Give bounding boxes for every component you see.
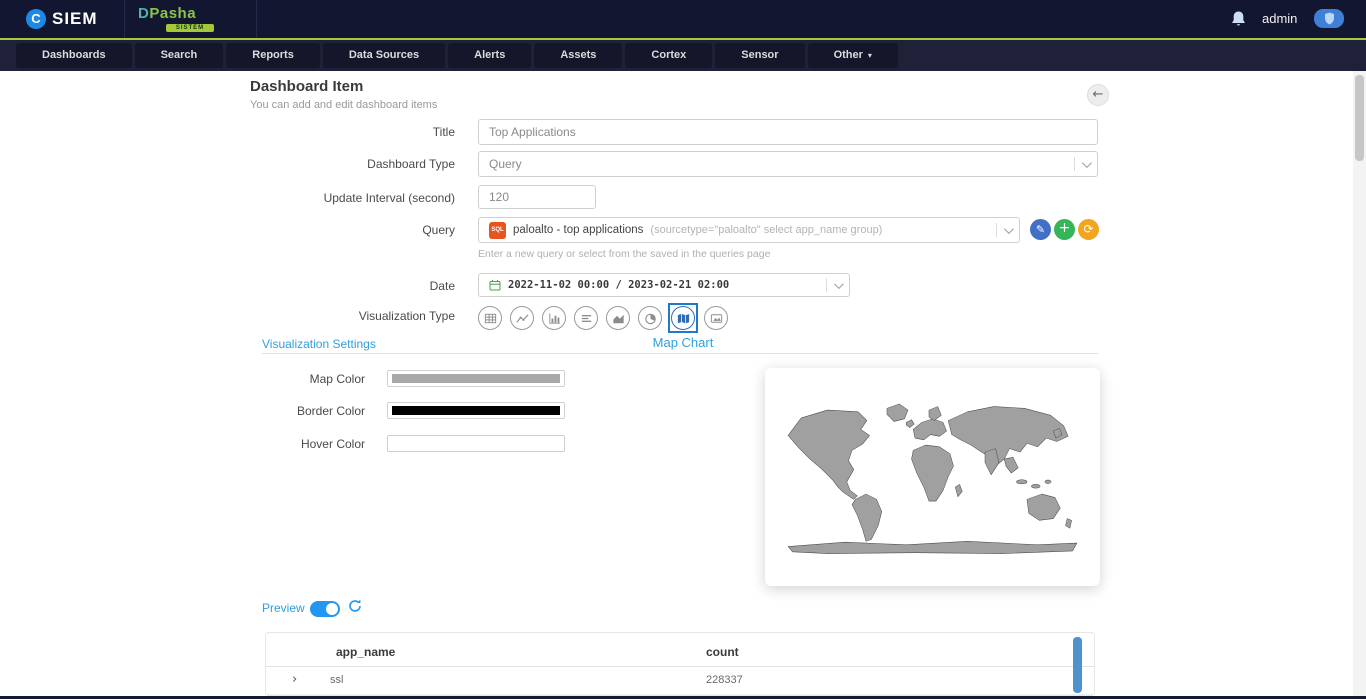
top-bar: C SIEM DPasha SISTEM admin bbox=[0, 0, 1366, 38]
nav-item-cortex[interactable]: Cortex bbox=[625, 43, 712, 68]
user-shield-icon[interactable] bbox=[1314, 9, 1344, 28]
preview-refresh-icon[interactable] bbox=[347, 598, 363, 614]
table-chart-icon[interactable] bbox=[478, 306, 502, 330]
visualization-type-options bbox=[478, 303, 728, 333]
chevron-down-icon bbox=[1082, 158, 1092, 168]
nav-item-dashboards[interactable]: Dashboards bbox=[16, 43, 132, 68]
title-input[interactable] bbox=[478, 119, 1098, 145]
page-scrollbar[interactable] bbox=[1353, 71, 1366, 696]
page-subtitle: You can add and edit dashboard items bbox=[250, 99, 437, 111]
preview-table: app_name count › ssl 228337 bbox=[265, 632, 1095, 696]
visualization-type-label: Visualization Type bbox=[150, 303, 455, 329]
app-window: C SIEM DPasha SISTEM admin Dashboards Se… bbox=[0, 0, 1366, 699]
column-header-app-name: app_name bbox=[336, 645, 395, 659]
chevron-down-icon bbox=[1004, 224, 1014, 234]
add-query-button[interactable]: + bbox=[1054, 219, 1075, 240]
nav-item-sensor[interactable]: Sensor bbox=[715, 43, 804, 68]
cell-app-name: ssl bbox=[330, 674, 343, 686]
sql-icon: SQL bbox=[489, 222, 506, 239]
page-title: Dashboard Item bbox=[250, 78, 363, 95]
edit-query-button[interactable]: ✎ bbox=[1030, 219, 1051, 240]
hover-color-input[interactable] bbox=[387, 435, 565, 452]
query-help-text: Enter a new query or select from the sav… bbox=[478, 248, 770, 260]
border-color-swatch bbox=[392, 406, 560, 415]
title-label: Title bbox=[150, 119, 455, 145]
area-chart-icon[interactable] bbox=[606, 306, 630, 330]
update-interval-input[interactable] bbox=[478, 185, 596, 209]
map-color-input[interactable] bbox=[387, 370, 565, 387]
topbar-divider bbox=[124, 0, 125, 38]
siem-logo-icon[interactable]: C bbox=[26, 9, 46, 29]
nav-item-alerts[interactable]: Alerts bbox=[448, 43, 531, 68]
cell-count: 228337 bbox=[706, 674, 743, 686]
dpasha-brand-logo: DPasha SISTEM bbox=[138, 5, 214, 32]
back-button[interactable]: ← bbox=[1087, 84, 1109, 106]
hover-color-swatch bbox=[392, 439, 560, 448]
visualization-settings-link[interactable]: Visualization Settings bbox=[262, 337, 376, 351]
date-label: Date bbox=[150, 273, 455, 299]
dashboard-type-select[interactable]: Query bbox=[478, 151, 1098, 177]
nav-item-search[interactable]: Search bbox=[135, 43, 224, 68]
hover-color-label: Hover Color bbox=[150, 435, 365, 453]
nav-item-data-sources[interactable]: Data Sources bbox=[323, 43, 445, 68]
list-chart-icon[interactable] bbox=[574, 306, 598, 330]
section-divider bbox=[262, 353, 1098, 354]
query-name: paloalto - top applications bbox=[513, 224, 643, 236]
siem-logo-text[interactable]: SIEM bbox=[52, 0, 98, 38]
date-range-value: 2022-11-02 00:00 / 2023-02-21 02:00 bbox=[508, 279, 729, 291]
table-header-row: app_name count bbox=[266, 633, 1094, 667]
topbar-divider bbox=[256, 0, 257, 38]
world-map bbox=[775, 379, 1090, 575]
chevron-down-icon bbox=[834, 279, 844, 289]
map-preview-card bbox=[765, 368, 1100, 586]
notifications-bell-icon[interactable] bbox=[1230, 10, 1247, 28]
main-nav: Dashboards Search Reports Data Sources A… bbox=[0, 38, 1366, 71]
pie-chart-icon[interactable] bbox=[638, 306, 662, 330]
query-label: Query bbox=[150, 217, 455, 243]
query-detail: (sourcetype="paloalto" select app_name g… bbox=[650, 224, 882, 236]
map-chart-icon[interactable] bbox=[671, 306, 695, 330]
page-content: Dashboard Item You can add and edit dash… bbox=[0, 71, 1366, 696]
nav-item-other[interactable]: Other▾ bbox=[808, 43, 898, 68]
dpasha-d: D bbox=[138, 5, 149, 22]
line-chart-icon[interactable] bbox=[510, 306, 534, 330]
border-color-input[interactable] bbox=[387, 402, 565, 419]
border-color-label: Border Color bbox=[150, 402, 365, 420]
calendar-icon bbox=[489, 279, 501, 291]
date-range-picker[interactable]: 2022-11-02 00:00 / 2023-02-21 02:00 bbox=[478, 273, 850, 297]
preview-label: Preview bbox=[262, 601, 305, 615]
refresh-query-button[interactable]: ⟳ bbox=[1078, 219, 1099, 240]
map-chart-selected-frame bbox=[668, 303, 698, 333]
map-color-label: Map Color bbox=[150, 370, 365, 388]
table-scrollbar[interactable] bbox=[1073, 637, 1082, 693]
chevron-down-icon: ▾ bbox=[868, 43, 872, 68]
expand-row-icon[interactable]: › bbox=[292, 672, 297, 687]
image-chart-icon[interactable] bbox=[704, 306, 728, 330]
column-header-count: count bbox=[706, 645, 739, 659]
nav-item-assets[interactable]: Assets bbox=[534, 43, 622, 68]
selected-viz-type-label: Map Chart bbox=[613, 335, 753, 350]
page-scrollbar-thumb[interactable] bbox=[1355, 75, 1364, 161]
table-row[interactable]: › ssl 228337 bbox=[266, 667, 1094, 695]
dpasha-subtitle: SISTEM bbox=[166, 24, 214, 32]
nav-item-reports[interactable]: Reports bbox=[226, 43, 320, 68]
update-interval-label: Update Interval (second) bbox=[150, 185, 455, 211]
query-select[interactable]: SQL paloalto - top applications (sourcet… bbox=[478, 217, 1020, 243]
preview-toggle[interactable] bbox=[310, 601, 340, 617]
dashboard-type-label: Dashboard Type bbox=[150, 151, 455, 177]
user-menu[interactable]: admin bbox=[1262, 0, 1297, 38]
bar-chart-icon[interactable] bbox=[542, 306, 566, 330]
map-color-swatch bbox=[392, 374, 560, 383]
dpasha-text: Pasha bbox=[149, 5, 196, 22]
